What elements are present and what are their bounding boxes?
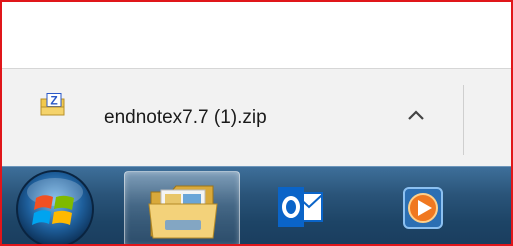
taskbar <box>0 166 513 246</box>
svg-text:Z: Z <box>50 94 57 108</box>
windows-start-orb-icon[interactable] <box>14 168 96 246</box>
zip-file-icon: Z <box>40 93 66 117</box>
page-content-area <box>0 0 513 68</box>
download-bar-divider <box>463 85 464 155</box>
download-item[interactable]: Z endnotex7.7 (1).zip <box>30 81 448 155</box>
taskbar-file-explorer-button[interactable] <box>124 171 240 246</box>
media-player-icon <box>400 184 446 237</box>
taskbar-outlook-button[interactable] <box>256 171 346 246</box>
download-file-name[interactable]: endnotex7.7 (1).zip <box>104 104 267 132</box>
taskbar-media-player-button[interactable] <box>378 171 468 246</box>
folder-library-icon <box>147 182 219 246</box>
download-bar: Z endnotex7.7 (1).zip <box>0 68 513 166</box>
outlook-icon <box>278 185 324 234</box>
chevron-up-icon[interactable] <box>398 97 434 133</box>
